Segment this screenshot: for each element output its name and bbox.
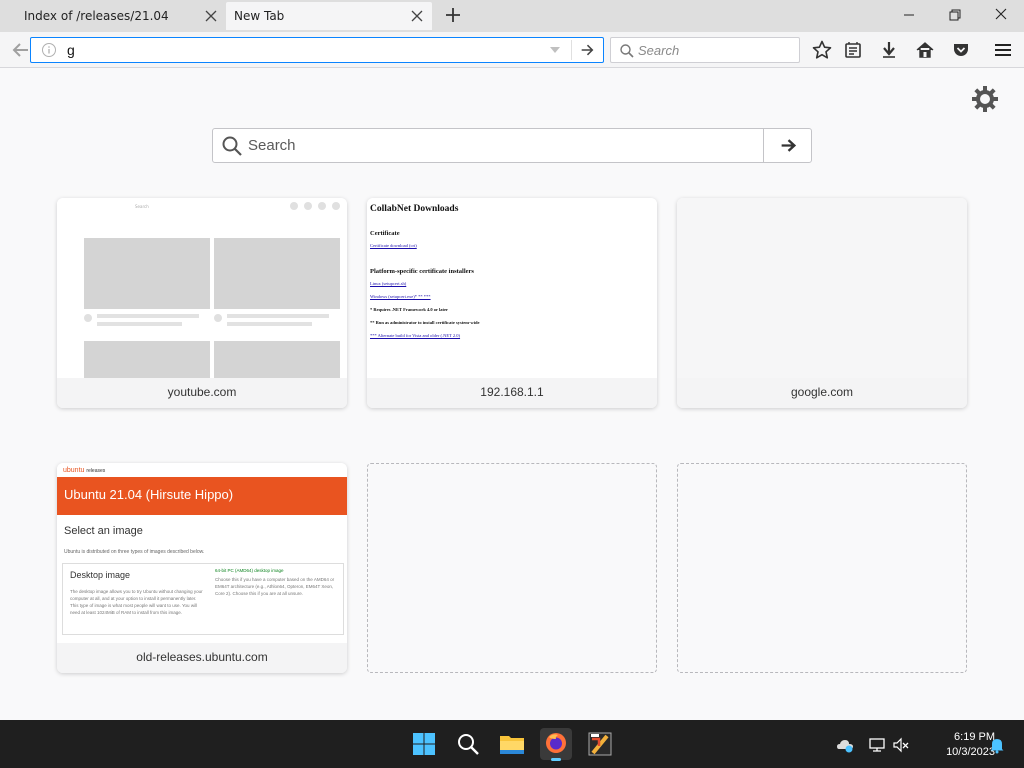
thumbnail-dot xyxy=(290,202,298,210)
collabnet-page-preview: CollabNet Downloads Certificate Certific… xyxy=(370,204,656,346)
site-thumbnail xyxy=(677,198,967,378)
thumbnail-dot xyxy=(214,314,222,322)
desktop-image-card: Desktop image The desktop image allows y… xyxy=(62,563,344,635)
hamburger-menu-icon[interactable] xyxy=(992,39,1014,61)
search-placeholder: Search xyxy=(638,43,680,58)
file-explorer-icon[interactable] xyxy=(496,728,528,760)
home-icon[interactable] xyxy=(914,39,936,61)
go-arrow-icon[interactable] xyxy=(571,40,601,60)
top-site-label: youtube.com xyxy=(57,378,347,408)
card-link: 64-bit PC (AMD64) desktop image xyxy=(215,568,284,573)
top-site-192-168-1-1[interactable]: CollabNet Downloads Certificate Certific… xyxy=(367,198,657,408)
tab-new-tab[interactable]: New Tab xyxy=(226,2,432,30)
settings-gear-icon[interactable] xyxy=(970,84,1000,114)
taskbar: 6:19 PM 10/3/2023 xyxy=(0,720,1024,768)
tab-strip: Index of /releases/21.04 New Tab xyxy=(0,0,1024,32)
top-site-google[interactable]: google.com xyxy=(677,198,967,408)
windows-start-icon[interactable] xyxy=(408,728,440,760)
search-icon xyxy=(620,44,634,58)
site-thumbnail: Search xyxy=(57,198,347,378)
thumbnail-dot xyxy=(318,202,326,210)
reading-list-icon[interactable] xyxy=(842,39,864,61)
firefox-taskbar-button[interactable] xyxy=(540,728,572,761)
close-icon[interactable] xyxy=(410,9,424,23)
url-input[interactable] xyxy=(67,41,547,59)
navigation-toolbar: Search xyxy=(0,32,1024,68)
video-placeholder xyxy=(84,341,210,378)
minimize-icon[interactable] xyxy=(897,4,921,26)
restore-icon[interactable] xyxy=(943,4,967,26)
thumbnail-search-text: Search xyxy=(135,204,149,209)
card-text: The desktop image allows you to try Ubun… xyxy=(70,589,203,615)
empty-top-site-slot[interactable] xyxy=(367,463,657,673)
network-icon[interactable] xyxy=(868,736,886,754)
active-indicator xyxy=(551,758,561,761)
top-site-label: old-releases.ubuntu.com xyxy=(57,643,347,673)
volume-muted-icon[interactable] xyxy=(892,736,910,754)
thumbnail-dot xyxy=(304,202,312,210)
info-icon[interactable] xyxy=(41,42,57,58)
video-placeholder xyxy=(84,238,210,309)
download-icon[interactable] xyxy=(878,39,900,61)
video-placeholder xyxy=(214,341,340,378)
system-clock[interactable]: 6:19 PM 10/3/2023 xyxy=(915,730,995,760)
top-site-old-releases-ubuntu[interactable]: ubuntu releases Ubuntu 21.04 (Hirsute Hi… xyxy=(57,463,347,673)
thumbnail-line xyxy=(97,314,199,318)
bookmark-star-icon[interactable] xyxy=(811,39,833,61)
card-title: Desktop image xyxy=(70,570,131,580)
top-site-label: 192.168.1.1 xyxy=(367,378,657,408)
search-icon[interactable] xyxy=(452,728,484,760)
dropdown-arrow-icon[interactable] xyxy=(549,45,561,55)
top-site-label: google.com xyxy=(677,378,967,408)
preview-link: Certificate download (crt) xyxy=(370,243,417,248)
close-icon[interactable] xyxy=(204,9,218,23)
preview-heading: Certificate xyxy=(370,230,400,237)
thumbnail-line xyxy=(227,322,312,326)
tab-releases[interactable]: Index of /releases/21.04 xyxy=(12,2,226,30)
thumbnail-dot xyxy=(84,314,92,322)
tab-title: Index of /releases/21.04 xyxy=(24,9,169,23)
window-close-icon[interactable] xyxy=(989,4,1013,26)
preview-link: Windows (setupcert.exe)* ** *** xyxy=(370,294,431,299)
preview-heading: Select an image xyxy=(64,525,143,537)
firefox-icon xyxy=(546,733,566,753)
search-placeholder: Search xyxy=(248,137,296,154)
app-icon[interactable] xyxy=(584,728,616,760)
site-thumbnail: CollabNet Downloads Certificate Certific… xyxy=(367,198,657,378)
url-bar[interactable] xyxy=(30,37,604,63)
top-site-youtube[interactable]: Search youtube.com xyxy=(57,198,347,408)
thumbnail-line xyxy=(227,314,329,318)
empty-top-site-slot[interactable] xyxy=(677,463,967,673)
preview-title: CollabNet Downloads xyxy=(370,204,459,214)
banner-title: Ubuntu 21.04 (Hirsute Hippo) xyxy=(64,487,234,502)
preview-note: ** Run as administrator to install certi… xyxy=(370,320,480,325)
preview-link: *** Alternate build for Vista and older … xyxy=(370,333,461,338)
onedrive-icon[interactable] xyxy=(836,736,854,754)
ubuntu-logo: ubuntu releases xyxy=(63,467,106,474)
tab-title: New Tab xyxy=(234,9,285,23)
site-thumbnail: ubuntu releases Ubuntu 21.04 (Hirsute Hi… xyxy=(57,463,347,643)
thumbnail-dot xyxy=(332,202,340,210)
preview-link: Linux (setupcert.sh) xyxy=(370,281,407,286)
preview-intro: Ubuntu is distributed on three types of … xyxy=(64,549,205,555)
video-placeholder xyxy=(214,238,340,309)
clock-date: 10/3/2023 xyxy=(946,746,995,758)
preview-note: * Requires .NET Framework 4.0 or later xyxy=(370,307,448,312)
new-tab-plus-icon[interactable] xyxy=(444,6,462,24)
clock-time: 6:19 PM xyxy=(954,731,995,743)
search-bar[interactable]: Search xyxy=(610,37,800,63)
newtab-search-box[interactable]: Search xyxy=(212,128,812,163)
search-icon xyxy=(222,136,242,156)
search-go-arrow-icon[interactable] xyxy=(763,129,812,162)
thumbnail-line xyxy=(97,322,182,326)
card-text: Choose this if you have a computer based… xyxy=(215,577,335,596)
pocket-icon[interactable] xyxy=(950,39,972,61)
notification-bell-icon[interactable] xyxy=(988,736,1006,754)
preview-heading: Platform-specific certificate installers xyxy=(370,268,474,275)
ubuntu-banner: Ubuntu 21.04 (Hirsute Hippo) xyxy=(57,477,347,515)
